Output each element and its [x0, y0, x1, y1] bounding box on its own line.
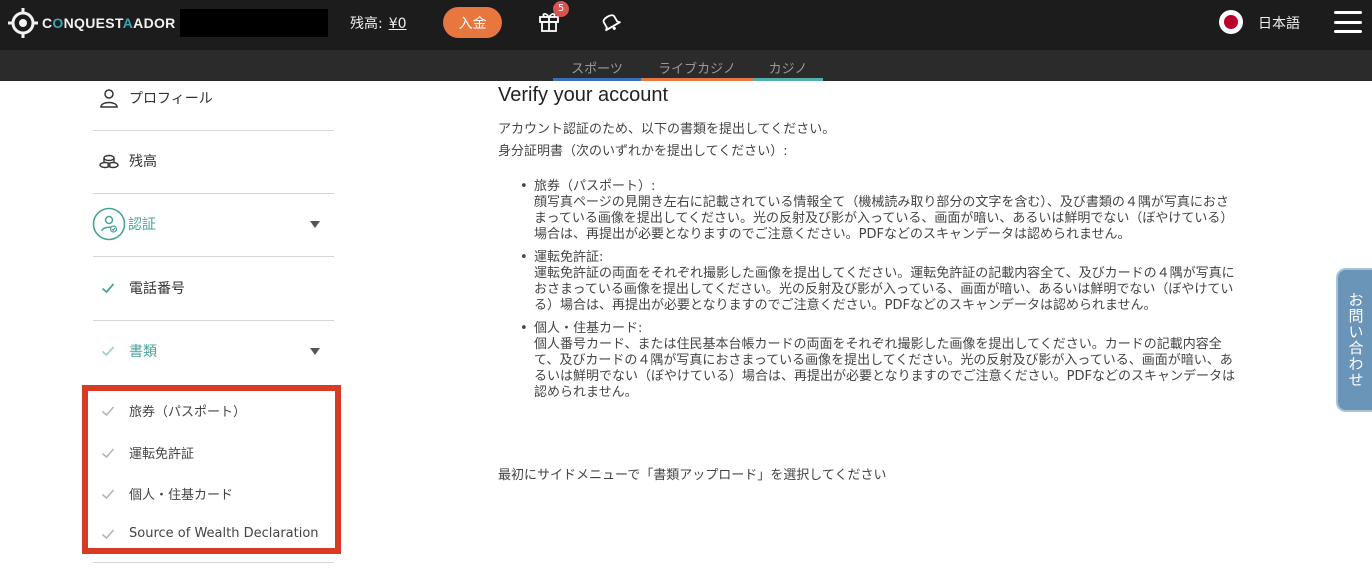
id-heading: 身分証明書（次のいずれかを提出してください）: — [498, 144, 788, 159]
sidebar-subitem-label: Source of Wealth Declaration — [129, 526, 319, 541]
list-item: 個人・住基カード: 個人番号カード、または住民基本台帳カードの両面をそれぞれ撮影… — [520, 321, 1288, 401]
japan-flag-icon[interactable] — [1219, 10, 1243, 34]
deposit-button[interactable]: 入金 — [443, 7, 502, 38]
check-icon — [101, 447, 115, 458]
tab-live-casino-underline — [641, 78, 753, 81]
requirements-list: 旅券（パスポート）: 顔写真ページの見開き左右に記載されている情報全て（機械読み… — [520, 179, 1288, 401]
sidebar-divider — [93, 256, 334, 257]
tab-sports[interactable]: スポーツ — [553, 58, 641, 81]
language-selector[interactable]: 日本語 — [1258, 13, 1300, 33]
check-icon — [101, 346, 115, 357]
sidebar-item-label: 電話番号 — [129, 281, 185, 297]
check-icon — [101, 488, 115, 499]
sidebar-item-label: プロフィール — [129, 91, 213, 107]
sidebar-item-phone[interactable]: 電話番号 — [93, 276, 334, 300]
top-bar: CONQUESTAADOR 残高: ¥0 入金 5 日本語 — [0, 0, 1372, 50]
list-item: 運転免許証: 運転免許証の両面をそれぞれ撮影した画像を提出してください。運転免許… — [520, 250, 1288, 314]
brand-logo[interactable]: CONQUESTAADOR — [8, 8, 176, 38]
bell-icon[interactable] — [598, 9, 622, 33]
sidebar-item-documents[interactable]: 書類 — [93, 339, 334, 363]
main-content: Verify your account アカウント認証のため、以下の書類を提出し… — [498, 84, 1288, 483]
check-icon — [101, 528, 115, 539]
sidebar-item-profile[interactable]: プロフィール — [93, 86, 334, 110]
verified-user-icon — [92, 207, 126, 241]
tab-live-casino[interactable]: ライブカジノ — [641, 58, 753, 81]
sidebar-subitem-label: 運転免許証 — [129, 447, 195, 462]
sidebar-item-label: 残高 — [129, 154, 157, 170]
tab-sports-underline — [553, 78, 641, 81]
sidebar-subitem-id-card[interactable]: 個人・住基カード — [101, 484, 233, 503]
category-nav: スポーツ ライブカジノ カジノ — [0, 50, 1372, 81]
sidebar-item-label: 認証 — [128, 217, 156, 233]
page-title: Verify your account — [498, 84, 669, 106]
balance-label: 残高: — [350, 16, 383, 32]
sidebar-item-balance[interactable]: 残高 — [93, 149, 334, 173]
user-icon — [100, 89, 118, 108]
chevron-down-icon[interactable] — [310, 348, 320, 355]
sidebar-divider — [93, 130, 334, 131]
sidebar-divider — [93, 193, 334, 194]
balance-display: 残高: ¥0 — [350, 13, 407, 33]
sidebar-subitem-label: 旅券（パスポート） — [129, 405, 247, 420]
sidebar-divider — [93, 320, 334, 321]
balance-amount-link[interactable]: ¥0 — [389, 16, 407, 32]
username-redacted — [180, 9, 328, 37]
sidebar-divider — [93, 562, 334, 563]
compass-logo-icon — [8, 8, 38, 38]
gift-count-badge: 5 — [553, 1, 569, 17]
brand-name: CONQUESTAADOR — [42, 15, 176, 31]
intro-text: アカウント認証のため、以下の書類を提出してください。 — [498, 122, 836, 137]
tab-casino-underline — [753, 78, 823, 81]
contact-tab[interactable]: お問い合わせ — [1336, 268, 1372, 412]
upload-instruction: 最初にサイドメニューで「書類アップロード」を選択してください — [498, 468, 887, 483]
sidebar-item-label: 書類 — [129, 344, 157, 360]
list-item: 旅券（パスポート）: 顔写真ページの見開き左右に記載されている情報全て（機械読み… — [520, 179, 1288, 243]
sidebar-item-verification[interactable]: 認証 — [92, 207, 334, 241]
sidebar-subitem-drivers-license[interactable]: 運転免許証 — [101, 443, 194, 462]
check-icon — [101, 405, 115, 416]
check-icon — [101, 283, 115, 294]
sidebar-subitem-label: 個人・住基カード — [129, 488, 234, 503]
sidebar-subitem-source-of-wealth[interactable]: Source of Wealth Declaration — [101, 526, 319, 541]
contact-tab-label: お問い合わせ — [1346, 292, 1365, 388]
coins-icon — [99, 154, 119, 169]
menu-icon[interactable] — [1334, 11, 1362, 33]
sidebar-subitem-passport[interactable]: 旅券（パスポート） — [101, 401, 246, 420]
tab-casino[interactable]: カジノ — [753, 58, 823, 81]
chevron-down-icon[interactable] — [310, 221, 320, 228]
